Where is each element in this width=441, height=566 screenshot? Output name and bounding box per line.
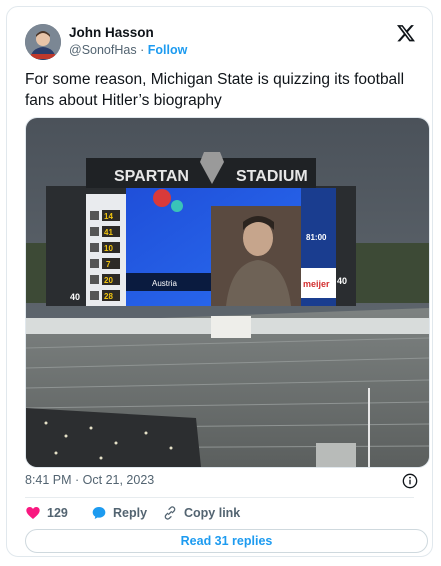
author-handle[interactable]: @SonofHas <box>69 43 137 57</box>
copy-link-button[interactable]: Copy link <box>162 505 240 521</box>
sponsor-label: meijer <box>303 279 330 289</box>
reply-bubble-icon <box>92 507 106 519</box>
copy-link-label: Copy link <box>184 506 241 520</box>
tweet-text: For some reason, Michigan State is quizz… <box>25 71 405 109</box>
score-row-5: 20 <box>104 276 113 285</box>
side-number-left: 40 <box>70 292 80 302</box>
read-replies-button[interactable]: Read 31 replies <box>25 529 428 553</box>
avatar-image <box>25 24 61 60</box>
stadium-photo: SPARTAN STADIUM 14 41 10 7 20 28 Austria… <box>26 118 429 467</box>
handle-separator: · <box>140 43 145 57</box>
divider <box>25 497 414 498</box>
reply-button[interactable]: Reply <box>91 505 147 521</box>
x-logo-icon[interactable] <box>396 23 416 43</box>
heart-icon <box>26 507 40 519</box>
score-row-2: 41 <box>104 228 113 237</box>
like-count: 129 <box>47 506 68 520</box>
score-row-4: 7 <box>106 260 111 269</box>
stadium-name-left: SPARTAN <box>114 168 189 185</box>
stadium-name-right: STADIUM <box>236 168 308 185</box>
score-row-3: 10 <box>104 244 113 253</box>
info-icon[interactable] <box>402 473 418 489</box>
author-name[interactable]: John Hasson <box>69 25 154 40</box>
link-icon <box>164 506 176 520</box>
tweet-card: John Hasson @SonofHas · Follow For some … <box>6 6 433 557</box>
answer-label: Austria <box>152 279 177 288</box>
tweet-timestamp[interactable]: 8:41 PM · Oct 21, 2023 <box>25 473 154 487</box>
author-handle-row: @SonofHas · Follow <box>69 43 187 57</box>
score-row-1: 14 <box>104 212 113 221</box>
clock-display: 81:00 <box>306 233 327 242</box>
score-row-6: 28 <box>104 292 113 301</box>
avatar[interactable] <box>25 24 61 60</box>
tweet-media[interactable]: SPARTAN STADIUM 14 41 10 7 20 28 Austria… <box>25 117 430 468</box>
follow-button[interactable]: Follow <box>148 43 188 57</box>
reply-label: Reply <box>113 506 148 520</box>
like-button[interactable]: 129 <box>25 505 68 521</box>
side-number-right: 40 <box>337 276 347 286</box>
